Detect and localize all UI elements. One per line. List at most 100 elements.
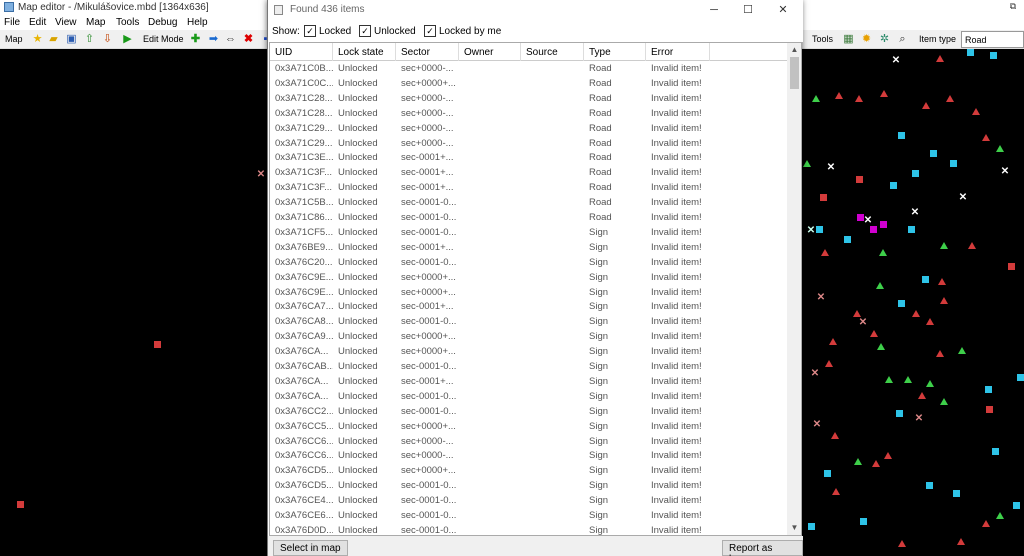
prefab-marker[interactable] xyxy=(885,376,893,383)
menu-edit[interactable]: Edit xyxy=(29,17,46,28)
prefab-marker[interactable] xyxy=(829,338,837,345)
table-row[interactable]: 0x3A76CE6... Unlocked sec-0001-0... Sign Inv… xyxy=(270,508,788,523)
prefab-marker[interactable] xyxy=(982,134,990,141)
prefab-marker[interactable] xyxy=(957,538,965,545)
table-row[interactable]: 0x3A71CF5... Unlocked sec-0001-0... Sign Inv… xyxy=(270,225,788,240)
table-row[interactable]: 0x3A76BE9... Unlocked sec-0001+... Sign Inva… xyxy=(270,240,788,255)
gear-icon[interactable]: ✲ xyxy=(878,33,891,46)
prefab-marker[interactable] xyxy=(996,512,1004,519)
road-marker[interactable] xyxy=(820,194,827,201)
prefab-marker[interactable] xyxy=(870,330,878,337)
road-marker[interactable] xyxy=(986,406,993,413)
prefab-marker[interactable] xyxy=(825,360,833,367)
checkmark-icon[interactable]: ✓ xyxy=(359,25,371,37)
error-marker-icon[interactable]: ✕ xyxy=(816,293,826,303)
sign-marker[interactable] xyxy=(890,182,897,189)
table-row[interactable]: 0x3A76CD5... Unlocked sec+0000+... Sign Inva… xyxy=(270,463,788,478)
minimize-icon[interactable]: ─ xyxy=(698,0,730,20)
menu-view[interactable]: View xyxy=(55,17,77,28)
prefab-marker[interactable] xyxy=(872,460,880,467)
sign-marker[interactable] xyxy=(1013,502,1020,509)
scroll-down-icon[interactable]: ▼ xyxy=(787,521,801,535)
prefab-marker[interactable] xyxy=(904,376,912,383)
play-icon[interactable]: ▶ xyxy=(121,33,134,46)
maximize-icon[interactable]: ☐ xyxy=(732,0,764,20)
error-marker-icon[interactable]: ✕ xyxy=(810,369,820,379)
search-icon[interactable]: ⌕ xyxy=(896,33,909,46)
table-row[interactable]: 0x3A76C9E... Unlocked sec+0000+... Sign Inva… xyxy=(270,285,788,300)
menu-tools[interactable]: Tools xyxy=(116,17,139,28)
sign-marker[interactable] xyxy=(896,410,903,417)
column-header-uid[interactable]: UID xyxy=(270,43,333,61)
table-row[interactable]: 0x3A76CC5... Unlocked sec+0000+... Sign Inva… xyxy=(270,419,788,434)
grid-icon[interactable]: ▦ xyxy=(842,33,855,46)
table-row[interactable]: 0x3A71C3F... Unlocked sec-0001+... Road Inva… xyxy=(270,165,788,180)
table-row[interactable]: 0x3A71C28... Unlocked sec+0000-... Road Inva… xyxy=(270,106,788,121)
item-type-select[interactable]: Road xyxy=(961,31,1024,48)
sign-marker[interactable] xyxy=(992,448,999,455)
error-marker-icon[interactable]: ✕ xyxy=(914,414,924,424)
table-row[interactable]: 0x3A76CA... Unlocked sec-0001+... Sign Inval… xyxy=(270,374,788,389)
table-row[interactable]: 0x3A76CC6... Unlocked sec+0000-... Sign Inva… xyxy=(270,448,788,463)
sign-marker[interactable] xyxy=(930,150,937,157)
table-row[interactable]: 0x3A76CA8... Unlocked sec-0001-0... Sign Inv… xyxy=(270,314,788,329)
table-row[interactable]: 0x3A76CC6... Unlocked sec+0000-... Sign Inva… xyxy=(270,434,788,449)
prefab-marker[interactable] xyxy=(918,392,926,399)
sign-marker[interactable] xyxy=(898,300,905,307)
scroll-up-icon[interactable]: ▲ xyxy=(787,43,801,57)
column-header-lock-state[interactable]: Lock state xyxy=(333,43,396,61)
sign-marker[interactable] xyxy=(808,523,815,530)
table-row[interactable]: 0x3A71C0C... Unlocked sec+0000+... Road Inva… xyxy=(270,76,788,91)
move-icon[interactable]: ⇔ xyxy=(224,33,237,46)
prefab-marker[interactable] xyxy=(835,92,843,99)
table-row[interactable]: 0x3A76D0D... Unlocked sec-0001-0... Sign Inv… xyxy=(270,523,788,535)
column-header-type[interactable]: Type xyxy=(584,43,646,61)
vertical-scrollbar[interactable]: ▲ ▼ xyxy=(787,43,801,535)
menu-help[interactable]: Help xyxy=(187,17,208,28)
prefab-marker[interactable] xyxy=(880,90,888,97)
prefab-marker[interactable] xyxy=(972,108,980,115)
upload-icon[interactable]: ⇧ xyxy=(83,33,96,46)
report-as-bugs-button[interactable]: Report as bugs xyxy=(722,540,803,556)
prefab-marker[interactable] xyxy=(812,95,820,102)
table-row[interactable]: 0x3A71C28... Unlocked sec+0000-... Road Inva… xyxy=(270,91,788,106)
prefab-marker[interactable] xyxy=(879,249,887,256)
error-marker-icon[interactable]: ✕ xyxy=(812,420,822,430)
prefab-marker[interactable] xyxy=(936,55,944,62)
arrow-right-icon[interactable]: ➡ xyxy=(207,33,220,46)
prefab-marker[interactable] xyxy=(922,102,930,109)
table-row[interactable]: 0x3A76CE4... Unlocked sec-0001-0... Sign Inv… xyxy=(270,493,788,508)
sign-marker[interactable] xyxy=(816,226,823,233)
table-row[interactable]: 0x3A76CA7... Unlocked sec-0001+... Sign Inva… xyxy=(270,299,788,314)
selected-marker[interactable] xyxy=(870,226,877,233)
prefab-marker[interactable] xyxy=(926,380,934,387)
sign-marker[interactable] xyxy=(860,518,867,525)
road-marker[interactable] xyxy=(154,341,161,348)
prefab-marker[interactable] xyxy=(946,95,954,102)
sign-marker[interactable] xyxy=(953,490,960,497)
column-header-source[interactable]: Source xyxy=(521,43,584,61)
save-icon[interactable]: ▣ xyxy=(65,33,78,46)
error-marker-icon[interactable]: ✕ xyxy=(826,163,836,173)
sign-marker[interactable] xyxy=(912,170,919,177)
selected-marker[interactable] xyxy=(880,221,887,228)
star-icon[interactable]: ★ xyxy=(31,33,44,46)
error-marker-icon[interactable]: ✕ xyxy=(891,56,901,66)
checkmark-icon[interactable]: ✓ xyxy=(304,25,316,37)
prefab-marker[interactable] xyxy=(968,242,976,249)
close-icon[interactable]: ✕ xyxy=(767,0,799,20)
scroll-thumb[interactable] xyxy=(790,57,799,89)
sign-marker[interactable] xyxy=(898,132,905,139)
table-row[interactable]: 0x3A76CAB... Unlocked sec-0001-0... Sign Inv… xyxy=(270,359,788,374)
prefab-marker[interactable] xyxy=(876,282,884,289)
prefab-marker[interactable] xyxy=(877,343,885,350)
download-icon[interactable]: ⇩ xyxy=(101,33,114,46)
prefab-marker[interactable] xyxy=(898,540,906,547)
table-row[interactable]: 0x3A71C29... Unlocked sec+0000-... Road Inva… xyxy=(270,121,788,136)
table-row[interactable]: 0x3A76CA... Unlocked sec-0001-0... Sign Inva… xyxy=(270,389,788,404)
prefab-marker[interactable] xyxy=(940,297,948,304)
sign-marker[interactable] xyxy=(908,226,915,233)
error-marker-icon[interactable]: ✕ xyxy=(1000,167,1010,177)
prefab-marker[interactable] xyxy=(803,160,811,167)
select-in-map-button[interactable]: Select in map xyxy=(273,540,348,556)
